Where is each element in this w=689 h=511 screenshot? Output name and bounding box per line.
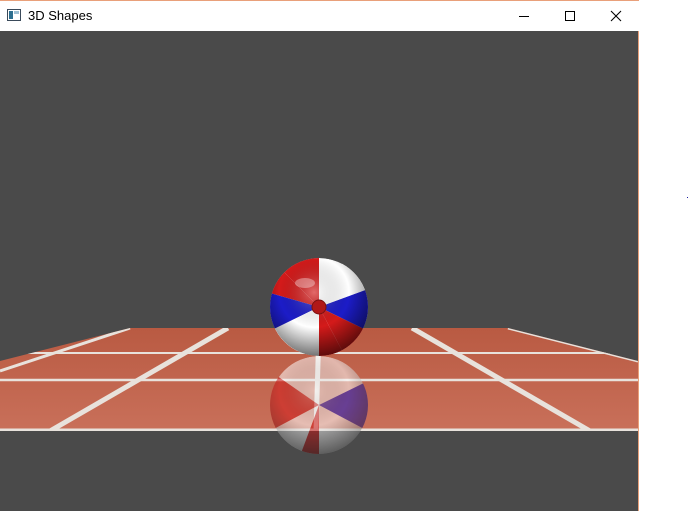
title-bar[interactable]: 3D Shapes bbox=[0, 0, 639, 31]
app-window: 3D Shapes bbox=[0, 0, 639, 511]
scene-canvas bbox=[0, 258, 638, 454]
beach-ball bbox=[270, 258, 368, 356]
stray-pixel bbox=[687, 197, 688, 198]
minimize-button[interactable] bbox=[501, 1, 547, 31]
minimize-icon bbox=[519, 16, 529, 17]
close-button[interactable] bbox=[593, 1, 639, 31]
app-icon bbox=[7, 9, 21, 21]
maximize-icon bbox=[565, 11, 575, 21]
3d-viewport[interactable] bbox=[0, 31, 638, 511]
close-icon bbox=[610, 10, 622, 22]
window-title: 3D Shapes bbox=[28, 8, 93, 23]
ball-reflection bbox=[270, 356, 368, 454]
maximize-button[interactable] bbox=[547, 1, 593, 31]
